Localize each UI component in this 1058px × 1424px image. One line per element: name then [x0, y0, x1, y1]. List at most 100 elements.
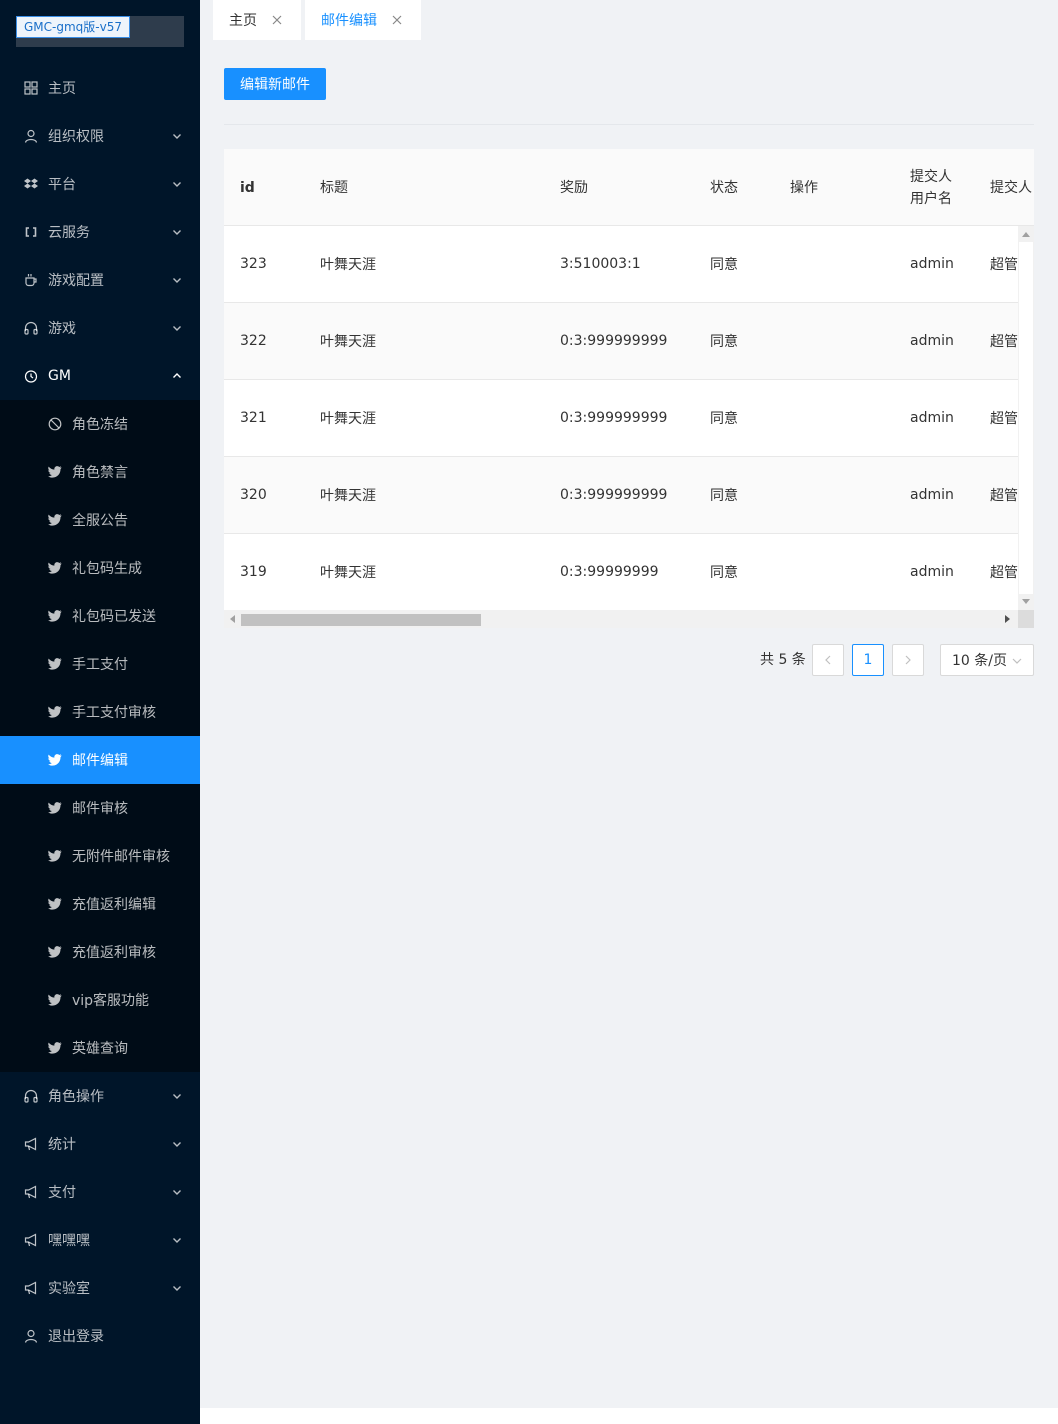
cell-status: 同意 — [710, 565, 738, 581]
table-row: 319 叶舞天涯 0:3:99999999 同意 admin 超管 — [224, 534, 1018, 611]
sidebar-item-label: 云服务 — [48, 225, 90, 241]
gm-submenu-item-9[interactable]: 无附件邮件审核 — [0, 832, 200, 880]
cell-submitter-user: admin — [910, 333, 954, 349]
close-icon[interactable] — [391, 14, 403, 26]
submenu-item-label: 礼包码已发送 — [72, 609, 156, 625]
appstore-icon — [24, 81, 38, 95]
next-page-button[interactable] — [892, 644, 924, 676]
page-size-select[interactable]: 10 条/页 — [940, 644, 1034, 676]
gm-submenu-item-6[interactable]: 手工支付审核 — [0, 688, 200, 736]
cell-id: 319 — [240, 564, 267, 580]
cell-submitter-name: 超管 — [990, 334, 1018, 350]
scroll-down-icon[interactable] — [1018, 594, 1034, 610]
chevron-down-icon — [1012, 656, 1022, 666]
scroll-left-icon[interactable] — [224, 610, 240, 628]
column-header-reward[interactable]: 奖励 — [560, 149, 588, 226]
chevron-down-icon — [172, 131, 182, 141]
cell-title: 叶舞天涯 — [320, 488, 376, 504]
twitter-icon — [48, 897, 62, 911]
gm-submenu-item-4[interactable]: 礼包码已发送 — [0, 592, 200, 640]
vertical-scroll-thumb[interactable] — [1019, 242, 1033, 594]
column-header-submitter-name[interactable]: 提交人 — [990, 149, 1032, 226]
twitter-icon — [48, 561, 62, 575]
sidebar-bottom-item-2[interactable]: 支付 — [0, 1168, 200, 1216]
submenu-item-label: 无附件邮件审核 — [72, 849, 170, 865]
cell-status: 同意 — [710, 334, 738, 350]
page-size-value: 10 条/页 — [952, 653, 1007, 669]
table-header: id 标题 奖励 状态 操作 提交人 用户名 提交人 — [224, 149, 1034, 226]
scroll-right-icon[interactable] — [1000, 610, 1016, 628]
gm-submenu-item-7[interactable]: 邮件编辑 — [0, 736, 200, 784]
gm-submenu-item-0[interactable]: 角色冻结 — [0, 400, 200, 448]
cell-submitter-user: admin — [910, 487, 954, 503]
cell-title: 叶舞天涯 — [320, 257, 376, 273]
scroll-up-icon[interactable] — [1018, 226, 1034, 242]
gm-submenu-item-5[interactable]: 手工支付 — [0, 640, 200, 688]
gm-submenu-item-8[interactable]: 邮件审核 — [0, 784, 200, 832]
sidebar-item-4[interactable]: 游戏配置 — [0, 256, 200, 304]
cell-submitter-name: 超管 — [990, 565, 1018, 581]
sidebar-item-6[interactable]: GM — [0, 352, 200, 400]
footer-strip — [200, 1408, 1058, 1424]
sidebar-bottom-item-5[interactable]: 退出登录 — [0, 1312, 200, 1360]
gm-submenu-item-3[interactable]: 礼包码生成 — [0, 544, 200, 592]
sidebar-item-label: 角色操作 — [48, 1089, 104, 1105]
twitter-icon — [48, 513, 62, 527]
sidebar-item-label: 嘿嘿嘿 — [48, 1233, 90, 1249]
column-header-action[interactable]: 操作 — [790, 149, 818, 226]
sidebar-item-label: 组织权限 — [48, 129, 104, 145]
column-header-submitter-user[interactable]: 提交人 用户名 — [910, 149, 952, 226]
vertical-scrollbar[interactable] — [1018, 226, 1034, 610]
sidebar-item-1[interactable]: 组织权限 — [0, 112, 200, 160]
sidebar-item-2[interactable]: 平台 — [0, 160, 200, 208]
user-icon — [24, 1329, 38, 1343]
sidebar-item-label: 主页 — [48, 81, 76, 97]
cell-title: 叶舞天涯 — [320, 565, 376, 581]
sidebar-bottom-item-3[interactable]: 嘿嘿嘿 — [0, 1216, 200, 1264]
sidebar-bottom-item-0[interactable]: 角色操作 — [0, 1072, 200, 1120]
column-header-id[interactable]: id — [240, 149, 255, 226]
chevron-down-icon — [172, 227, 182, 237]
chevron-down-icon — [172, 1139, 182, 1149]
cell-submitter-user: admin — [910, 410, 954, 426]
tab-label: 邮件编辑 — [321, 13, 377, 29]
chevron-down-icon — [172, 179, 182, 189]
coffee-icon — [24, 273, 38, 287]
twitter-icon — [48, 657, 62, 671]
gm-submenu-item-12[interactable]: vip客服功能 — [0, 976, 200, 1024]
sidebar-item-3[interactable]: 云服务 — [0, 208, 200, 256]
gm-submenu-item-2[interactable]: 全服公告 — [0, 496, 200, 544]
sidebar-bottom-item-4[interactable]: 实验室 — [0, 1264, 200, 1312]
sidebar-bottom-item-1[interactable]: 统计 — [0, 1120, 200, 1168]
chevron-down-icon — [172, 1235, 182, 1245]
link-icon — [24, 225, 38, 239]
gm-submenu-item-1[interactable]: 角色禁言 — [0, 448, 200, 496]
cell-reward: 0:3:999999999 — [560, 333, 668, 349]
chevron-down-icon — [172, 323, 182, 333]
sidebar-item-0[interactable]: 主页 — [0, 64, 200, 112]
chevron-right-icon — [905, 655, 911, 665]
sidebar-item-label: 平台 — [48, 177, 76, 193]
tab-home[interactable]: 主页 — [213, 0, 301, 40]
tab-mail-edit[interactable]: 邮件编辑 — [305, 0, 421, 40]
gm-submenu-item-11[interactable]: 充值返利审核 — [0, 928, 200, 976]
sidebar-item-5[interactable]: 游戏 — [0, 304, 200, 352]
new-mail-button[interactable]: 编辑新邮件 — [224, 68, 326, 100]
column-header-line: 用户名 — [910, 190, 952, 207]
horizontal-scrollbar[interactable] — [224, 610, 1034, 628]
app-logo: GMC-gmq版-v57 — [16, 16, 130, 38]
horizontal-scroll-thumb[interactable] — [241, 614, 481, 626]
chevron-down-icon — [172, 1187, 182, 1197]
prev-page-button[interactable] — [812, 644, 844, 676]
close-icon[interactable] — [271, 14, 283, 26]
gm-submenu-item-13[interactable]: 英雄查询 — [0, 1024, 200, 1072]
page-number-button[interactable]: 1 — [852, 644, 884, 676]
twitter-icon — [48, 753, 62, 767]
headphones-icon — [24, 321, 38, 335]
cell-id: 321 — [240, 410, 267, 426]
gm-submenu-item-10[interactable]: 充值返利编辑 — [0, 880, 200, 928]
twitter-icon — [48, 849, 62, 863]
column-header-title[interactable]: 标题 — [320, 149, 348, 226]
cell-id: 320 — [240, 487, 267, 503]
column-header-status[interactable]: 状态 — [710, 149, 738, 226]
